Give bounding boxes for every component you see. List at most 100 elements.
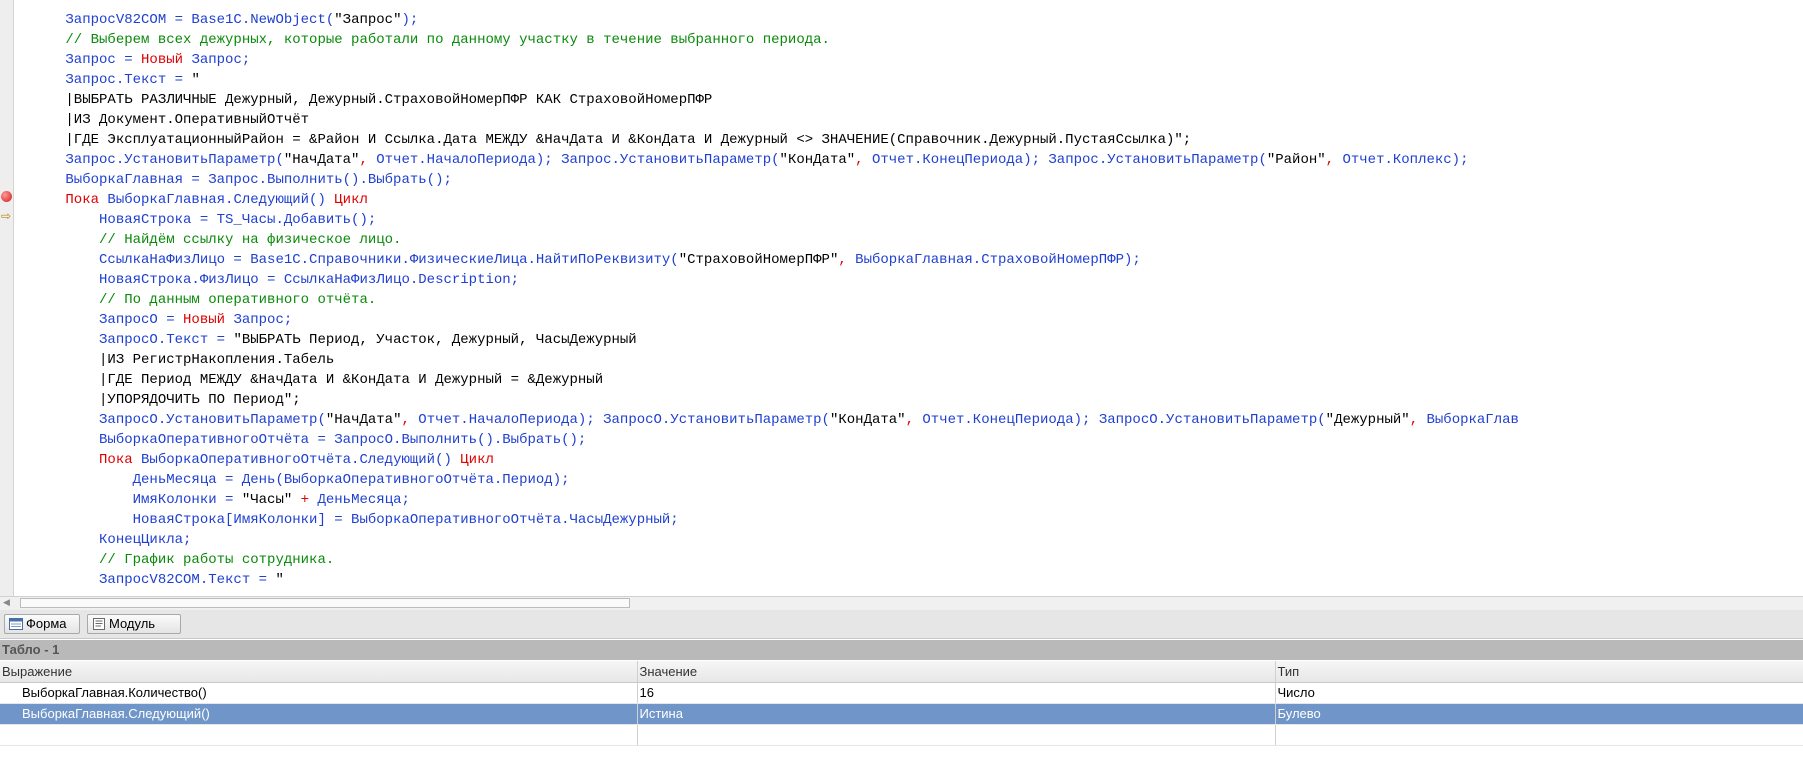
code-token: "КонДата": [829, 412, 906, 428]
form-icon: [9, 618, 23, 630]
watch-value[interactable]: Истина: [637, 703, 1276, 725]
tab-module[interactable]: Модуль: [87, 614, 181, 634]
code-line[interactable]: Запрос.УстановитьПараметр("НачДата", Отч…: [15, 150, 1803, 170]
code-line[interactable]: ИмяКолонки = "Часы" + ДеньМесяца;: [15, 490, 1803, 510]
tab-form[interactable]: Форма: [4, 614, 80, 634]
column-header-value[interactable]: Значение: [637, 661, 1276, 683]
code-line[interactable]: // График работы сотрудника.: [15, 550, 1803, 570]
code-line[interactable]: ЗапросV82COM.Текст = ": [15, 570, 1803, 590]
code-line[interactable]: КонецЦикла;: [15, 530, 1803, 550]
table-row[interactable]: ВыборкаГлавная.Следующий() Истина Булево: [0, 703, 1803, 725]
code-line[interactable]: ЗапросV82COM = Base1C.NewObject("Запрос"…: [15, 10, 1803, 30]
watch-value[interactable]: 16: [637, 682, 1276, 704]
code-token: );: [401, 12, 419, 28]
code-token: ВыборкаОперативногоОтчёта = ЗапросО.Выпо…: [15, 432, 587, 448]
editor-gutter[interactable]: [0, 0, 14, 596]
code-line[interactable]: ЗапросО.Текст = "ВЫБРАТЬ Период, Участок…: [15, 330, 1803, 350]
code-token: ,: [855, 152, 864, 168]
code-line[interactable]: // Найдём ссылку на физическое лицо.: [15, 230, 1803, 250]
watch-expression[interactable]: ВыборкаГлавная.Количество(): [0, 682, 638, 704]
code-token: Новый: [183, 312, 226, 328]
code-token: Запрос;: [225, 312, 293, 328]
table-row[interactable]: ВыборкаГлавная.Количество() 16 Число: [0, 682, 1803, 704]
code-token: "СтраховойНомерПФР": [678, 252, 839, 268]
code-token: ДеньМесяца;: [309, 492, 410, 508]
code-token: "НачДата": [325, 412, 402, 428]
code-token: +: [292, 492, 310, 508]
table-row[interactable]: [0, 724, 1803, 746]
code-line[interactable]: ВыборкаГлавная = Запрос.Выполнить().Выбр…: [15, 170, 1803, 190]
code-token: ВыборкаГлав: [1418, 412, 1519, 428]
code-line[interactable]: ВыборкаОперативногоОтчёта = ЗапросО.Выпо…: [15, 430, 1803, 450]
code-token: Пока: [15, 192, 100, 208]
code-token: "НачДата": [283, 152, 360, 168]
watch-expression[interactable]: ВыборкаГлавная.Следующий(): [0, 703, 638, 725]
code-token: // Найдём ссылку на физическое лицо.: [15, 232, 402, 248]
code-editor[interactable]: ⇨ ЗапросV82COM = Base1C.NewObject("Запро…: [0, 0, 1803, 596]
code-token: Отчет.КонецПериода); ЗапросО.УстановитьП…: [914, 412, 1326, 428]
code-token: КонецЦикла;: [15, 532, 192, 548]
code-line[interactable]: |УПОРЯДОЧИТЬ ПО Период";: [15, 390, 1803, 410]
code-token: Цикл: [334, 192, 368, 208]
code-line[interactable]: |ВЫБРАТЬ РАЗЛИЧНЫЕ Дежурный, Дежурный.Ст…: [15, 90, 1803, 110]
code-line[interactable]: |ГДЕ ЭксплуатационныйРайон = &Район И Сс…: [15, 130, 1803, 150]
code-token: ,: [838, 252, 847, 268]
watch-type: Число: [1275, 682, 1803, 704]
code-token: "КонДата": [779, 152, 856, 168]
code-token: |ВЫБРАТЬ РАЗЛИЧНЫЕ Дежурный, Дежурный.Ст…: [15, 92, 713, 108]
watch-expression[interactable]: [0, 724, 638, 746]
code-token: "ВЫБРАТЬ Период, Участок, Дежурный, Часы…: [233, 332, 637, 348]
code-line[interactable]: НоваяСтрока.ФизЛицо = СсылкаНаФизЛицо.De…: [15, 270, 1803, 290]
code-line[interactable]: ЗапросО.УстановитьПараметр("НачДата", От…: [15, 410, 1803, 430]
code-token: НоваяСтрока = TS_Часы.Добавить();: [15, 212, 377, 228]
code-line[interactable]: Запрос.Текст = ": [15, 70, 1803, 90]
code-token: Цикл: [460, 452, 494, 468]
code-line[interactable]: ЗапросО = Новый Запрос;: [15, 310, 1803, 330]
code-token: // По данным оперативного отчёта.: [15, 292, 377, 308]
code-line[interactable]: // Выберем всех дежурных, которые работа…: [15, 30, 1803, 50]
code-token: "Запрос": [334, 12, 402, 28]
breakpoint-icon[interactable]: [1, 191, 12, 202]
code-token: Запрос =: [15, 52, 142, 68]
watch-value[interactable]: [637, 724, 1276, 746]
code-token: // Выберем всех дежурных, которые работа…: [15, 32, 830, 48]
column-header-type[interactable]: Тип: [1275, 661, 1803, 683]
code-token: ": [275, 572, 284, 588]
scroll-left-icon[interactable]: ◀: [3, 597, 10, 610]
code-token: ,: [1409, 412, 1419, 428]
code-line[interactable]: Пока ВыборкаОперативногоОтчёта.Следующий…: [15, 450, 1803, 470]
code-token: Отчет.Коплекс);: [1334, 152, 1469, 168]
watch-type: [1275, 724, 1803, 746]
tab-module-label: Модуль: [109, 616, 156, 631]
horizontal-scrollbar[interactable]: ◀: [0, 596, 1803, 611]
code-text[interactable]: ЗапросV82COM = Base1C.NewObject("Запрос"…: [15, 10, 1803, 596]
code-token: НоваяСтрока.ФизЛицо = СсылкаНаФизЛицо.De…: [15, 272, 520, 288]
code-line[interactable]: Запрос = Новый Запрос;: [15, 50, 1803, 70]
code-token: |ГДЕ Период МЕЖДУ &НачДата И &КонДата И …: [15, 372, 604, 388]
arrow-right-icon: ⇨: [1, 209, 12, 223]
code-line[interactable]: НоваяСтрока = TS_Часы.Добавить();: [15, 210, 1803, 230]
watch-table: Выражение Значение Тип ВыборкаГлавная.Ко…: [0, 661, 1803, 746]
code-token: НоваяСтрока[ИмяКолонки] = ВыборкаОперати…: [15, 512, 679, 528]
code-line[interactable]: |ГДЕ Период МЕЖДУ &НачДата И &КонДата И …: [15, 370, 1803, 390]
code-token: ИмяКолонки =: [15, 492, 242, 508]
code-line[interactable]: |ИЗ Документ.ОперативныйОтчёт: [15, 110, 1803, 130]
column-header-expression[interactable]: Выражение: [0, 661, 638, 683]
code-token: ВыборкаГлавная = Запрос.Выполнить().Выбр…: [15, 172, 452, 188]
code-token: |ИЗ РегистрНакопления.Табель: [15, 352, 335, 368]
code-line[interactable]: СсылкаНаФизЛицо = Base1C.Справочники.Физ…: [15, 250, 1803, 270]
code-token: ЗапросV82COM = Base1C.NewObject(: [15, 12, 335, 28]
code-token: ": [191, 72, 200, 88]
code-line[interactable]: Пока ВыборкаГлавная.Следующий() Цикл: [15, 190, 1803, 210]
code-token: Отчет.КонецПериода); Запрос.УстановитьПа…: [863, 152, 1267, 168]
code-token: Пока: [15, 452, 133, 468]
code-token: ,: [1325, 152, 1335, 168]
code-token: "Дежурный": [1325, 412, 1410, 428]
code-line[interactable]: // По данным оперативного отчёта.: [15, 290, 1803, 310]
code-token: ЗапросО =: [15, 312, 184, 328]
code-line[interactable]: НоваяСтрока[ИмяКолонки] = ВыборкаОперати…: [15, 510, 1803, 530]
code-line[interactable]: |ИЗ РегистрНакопления.Табель: [15, 350, 1803, 370]
code-token: |ИЗ Документ.ОперативныйОтчёт: [15, 112, 310, 128]
scrollbar-thumb[interactable]: [20, 598, 630, 608]
code-line[interactable]: ДеньМесяца = День(ВыборкаОперативногоОтч…: [15, 470, 1803, 490]
